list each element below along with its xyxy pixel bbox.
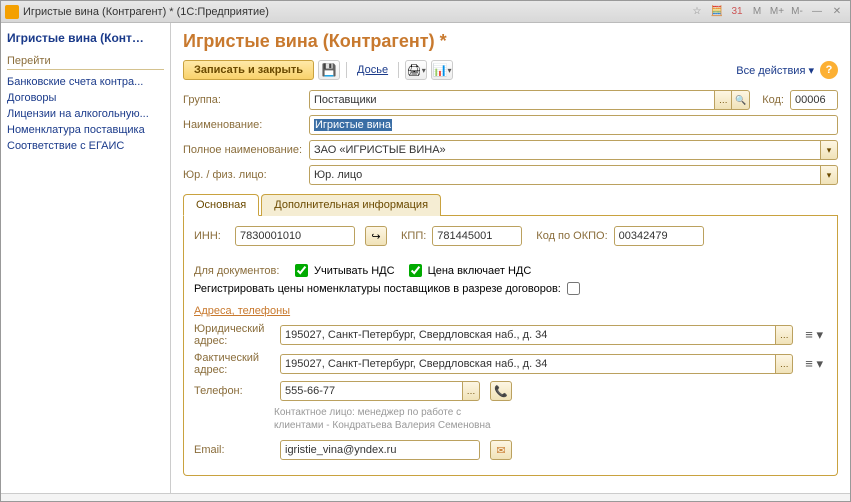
code-input[interactable]: [790, 90, 838, 110]
report-dropdown-icon[interactable]: 📊▾: [431, 60, 453, 80]
sidebar-title: Игристые вина (Конт…: [7, 31, 164, 45]
dossier-link[interactable]: Досье: [353, 64, 392, 76]
sidebar-link-licenses[interactable]: Лицензии на алкогольную...: [7, 106, 164, 122]
window-title: Игристые вина (Контрагент) * (1С:Предпри…: [23, 6, 686, 18]
main-panel: Игристые вина (Контрагент) * Записать и …: [171, 23, 850, 493]
statusbar: [1, 493, 850, 501]
app-icon: [5, 5, 19, 19]
all-actions-dropdown[interactable]: Все действия ▾: [736, 64, 814, 77]
kpp-label: КПП:: [401, 230, 426, 242]
inn-fill-button[interactable]: ↪: [365, 226, 387, 246]
reg-prices-label: Регистрировать цены номенклатуры поставщ…: [194, 283, 561, 295]
titlebar: Игристые вина (Контрагент) * (1С:Предпри…: [1, 1, 850, 23]
legal-addr-select-button[interactable]: …: [775, 325, 793, 345]
jurfiz-dropdown-button[interactable]: ▾: [820, 165, 838, 185]
vat-price-label: Цена включает НДС: [428, 265, 532, 277]
phone-call-icon[interactable]: 📞: [490, 381, 512, 401]
memory-mplus-button[interactable]: M+: [768, 4, 786, 20]
addresses-section-title: Адреса, телефоны: [194, 305, 827, 317]
page-title: Игристые вина (Контрагент) *: [183, 31, 838, 52]
inn-label: ИНН:: [194, 230, 229, 242]
group-select-button[interactable]: …: [714, 90, 732, 110]
sidebar-link-contracts[interactable]: Договоры: [7, 90, 164, 106]
phone-input[interactable]: [280, 381, 462, 401]
vat-include-label: Учитывать НДС: [314, 265, 395, 277]
memory-m-button[interactable]: M: [748, 4, 766, 20]
name-label: Наименование:: [183, 119, 303, 131]
group-search-button[interactable]: 🔍: [732, 90, 750, 110]
calculator-icon[interactable]: 🧮: [708, 4, 726, 20]
fullname-input[interactable]: [309, 140, 820, 160]
tab-main-body: ИНН: ↪ КПП: Код по ОКПО: Для документов:…: [183, 216, 838, 476]
fullname-label: Полное наименование:: [183, 144, 303, 156]
sidebar: Игристые вина (Конт… Перейти Банковские …: [1, 23, 171, 493]
jurfiz-input[interactable]: [309, 165, 820, 185]
calendar-icon[interactable]: 31: [728, 4, 746, 20]
legal-addr-input[interactable]: [280, 325, 775, 345]
memory-mminus-button[interactable]: M-: [788, 4, 806, 20]
sidebar-link-supplier-items[interactable]: Номенклатура поставщика: [7, 122, 164, 138]
vat-price-checkbox[interactable]: [409, 264, 422, 277]
group-label: Группа:: [183, 94, 303, 106]
okpo-label: Код по ОКПО:: [536, 230, 607, 242]
email-label: Email:: [194, 444, 274, 456]
save-icon[interactable]: 💾: [318, 60, 340, 80]
save-and-close-button[interactable]: Записать и закрыть: [183, 60, 314, 80]
name-input[interactable]: Игристые вина: [309, 115, 838, 135]
favorite-icon[interactable]: ☆: [688, 4, 706, 20]
fullname-dropdown-button[interactable]: ▾: [820, 140, 838, 160]
tab-main[interactable]: Основная: [183, 194, 259, 216]
help-icon[interactable]: ?: [820, 61, 838, 79]
minimize-button[interactable]: —: [808, 4, 826, 20]
legal-addr-label: Юридический адрес:: [194, 323, 274, 347]
docs-label: Для документов:: [194, 265, 289, 277]
fact-addr-select-button[interactable]: …: [775, 354, 793, 374]
toolbar: Записать и закрыть 💾 Досье 🖨▾ 📊▾ Все дей…: [183, 60, 838, 80]
fact-addr-input[interactable]: [280, 354, 775, 374]
sidebar-link-bank-accounts[interactable]: Банковские счета контра...: [7, 74, 164, 90]
phone-select-button[interactable]: …: [462, 381, 480, 401]
inn-input[interactable]: [235, 226, 355, 246]
tab-extra[interactable]: Дополнительная информация: [261, 194, 441, 216]
reg-prices-checkbox[interactable]: [567, 282, 580, 295]
app-window: Игристые вина (Контрагент) * (1С:Предпри…: [0, 0, 851, 502]
phone-label: Телефон:: [194, 385, 274, 397]
jurfiz-label: Юр. / физ. лицо:: [183, 169, 303, 181]
sidebar-link-egais[interactable]: Соответствие с ЕГАИС: [7, 138, 164, 154]
close-button[interactable]: ✕: [828, 4, 846, 20]
sidebar-section-label: Перейти: [7, 55, 164, 70]
code-label: Код:: [762, 94, 784, 106]
group-input[interactable]: [309, 90, 714, 110]
legal-addr-menu-icon[interactable]: ≡ ▾: [801, 327, 827, 343]
print-dropdown-icon[interactable]: 🖨▾: [405, 60, 427, 80]
email-send-icon[interactable]: ✉: [490, 440, 512, 460]
vat-include-checkbox[interactable]: [295, 264, 308, 277]
tabs: Основная Дополнительная информация: [183, 193, 838, 216]
fact-addr-label: Фактический адрес:: [194, 352, 274, 376]
email-input[interactable]: [280, 440, 480, 460]
fact-addr-menu-icon[interactable]: ≡ ▾: [801, 356, 827, 372]
contact-note: Контактное лицо: менеджер по работе с кл…: [274, 406, 504, 432]
okpo-input[interactable]: [614, 226, 704, 246]
kpp-input[interactable]: [432, 226, 522, 246]
